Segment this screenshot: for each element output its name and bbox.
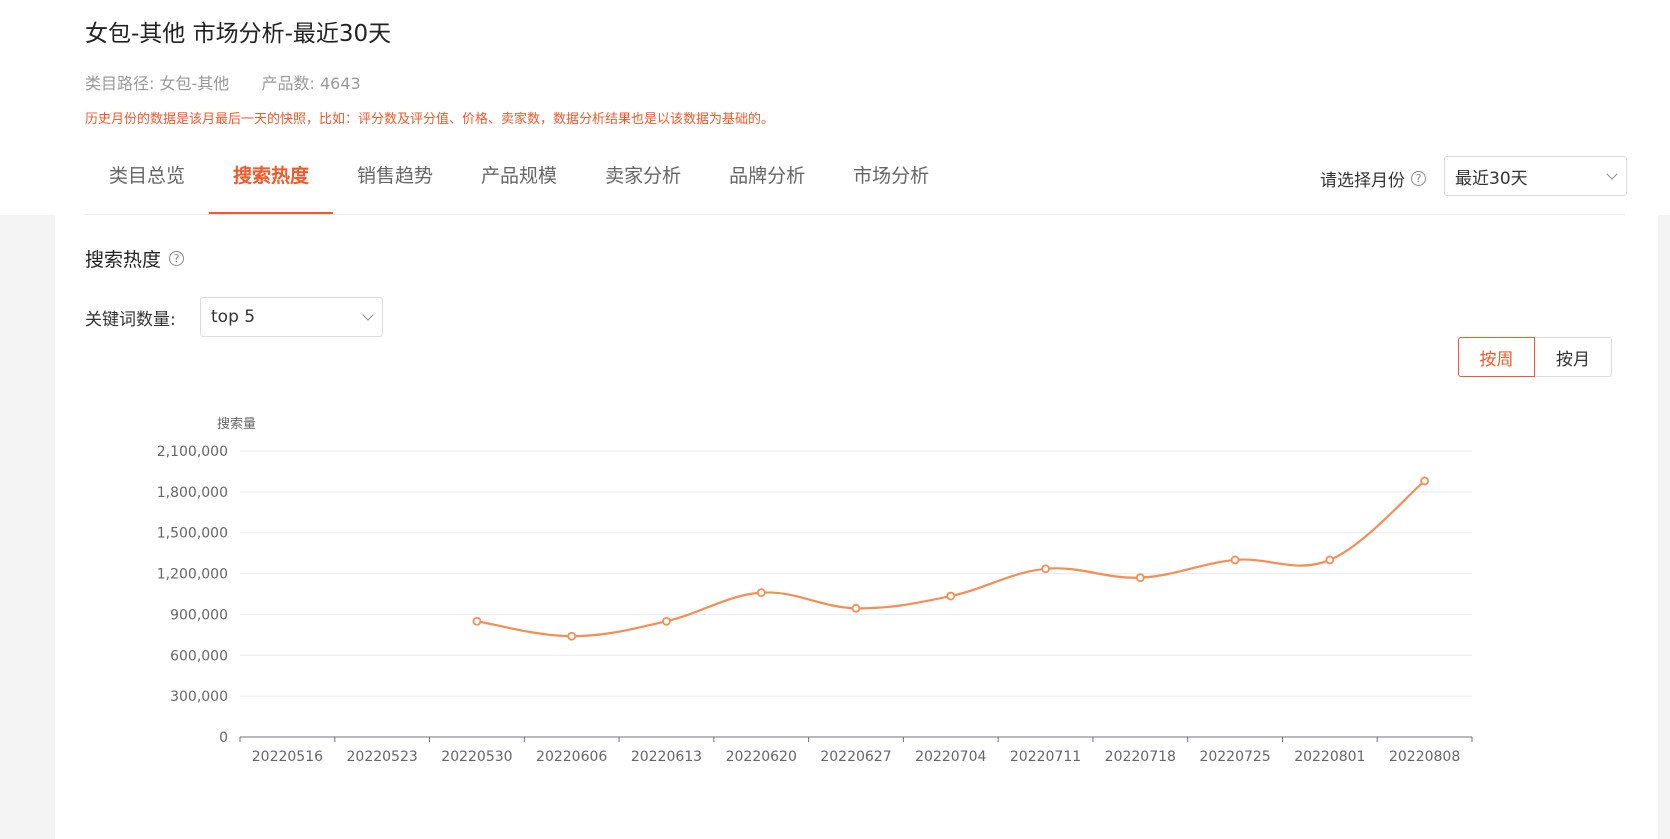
x-tick-label: 20220718: [1105, 749, 1176, 765]
data-point[interactable]: [1135, 573, 1145, 583]
y-tick-label: 900,000: [170, 607, 228, 623]
y-tick-label: 600,000: [170, 648, 228, 664]
y-axis-label: 搜索量: [217, 417, 256, 432]
x-tick-label: 20220516: [252, 749, 323, 765]
y-tick-label: 2,100,000: [157, 444, 228, 460]
x-tick-label: 20220530: [441, 749, 512, 765]
x-tick-label: 20220620: [726, 749, 797, 765]
search-volume-chart: 搜索量 0 300,000 600,000 900,000 1,200,000 1,500,…: [157, 417, 1473, 765]
x-tick-label: 20220627: [820, 749, 891, 765]
data-point[interactable]: [1325, 555, 1335, 565]
x-tick-label: 20220704: [915, 749, 986, 765]
data-point[interactable]: [1230, 555, 1240, 565]
search-volume-series-line: [476, 480, 1426, 638]
x-tick-label: 20220606: [536, 749, 607, 765]
data-point[interactable]: [946, 591, 956, 601]
data-point[interactable]: [472, 616, 482, 626]
x-tick-label: 20220808: [1389, 749, 1460, 765]
y-tick-label: 1,500,000: [157, 526, 228, 542]
x-tick-label: 20220801: [1294, 749, 1365, 765]
x-tick-label: 20220711: [1010, 749, 1081, 765]
y-tick-label: 300,000: [170, 689, 228, 705]
y-tick-label: 1,200,000: [157, 567, 228, 583]
x-tick-label: 20220613: [631, 749, 702, 765]
data-point[interactable]: [1420, 476, 1430, 486]
y-tick-label: 0: [219, 730, 228, 746]
data-point[interactable]: [851, 603, 861, 613]
data-point[interactable]: [1041, 564, 1050, 574]
data-point[interactable]: [756, 588, 766, 598]
x-tick-label: 20220523: [347, 749, 418, 765]
y-tick-label: 1,800,000: [157, 485, 228, 501]
x-tick-label: 20220725: [1199, 749, 1270, 765]
data-point[interactable]: [567, 631, 577, 641]
data-point[interactable]: [662, 616, 671, 626]
